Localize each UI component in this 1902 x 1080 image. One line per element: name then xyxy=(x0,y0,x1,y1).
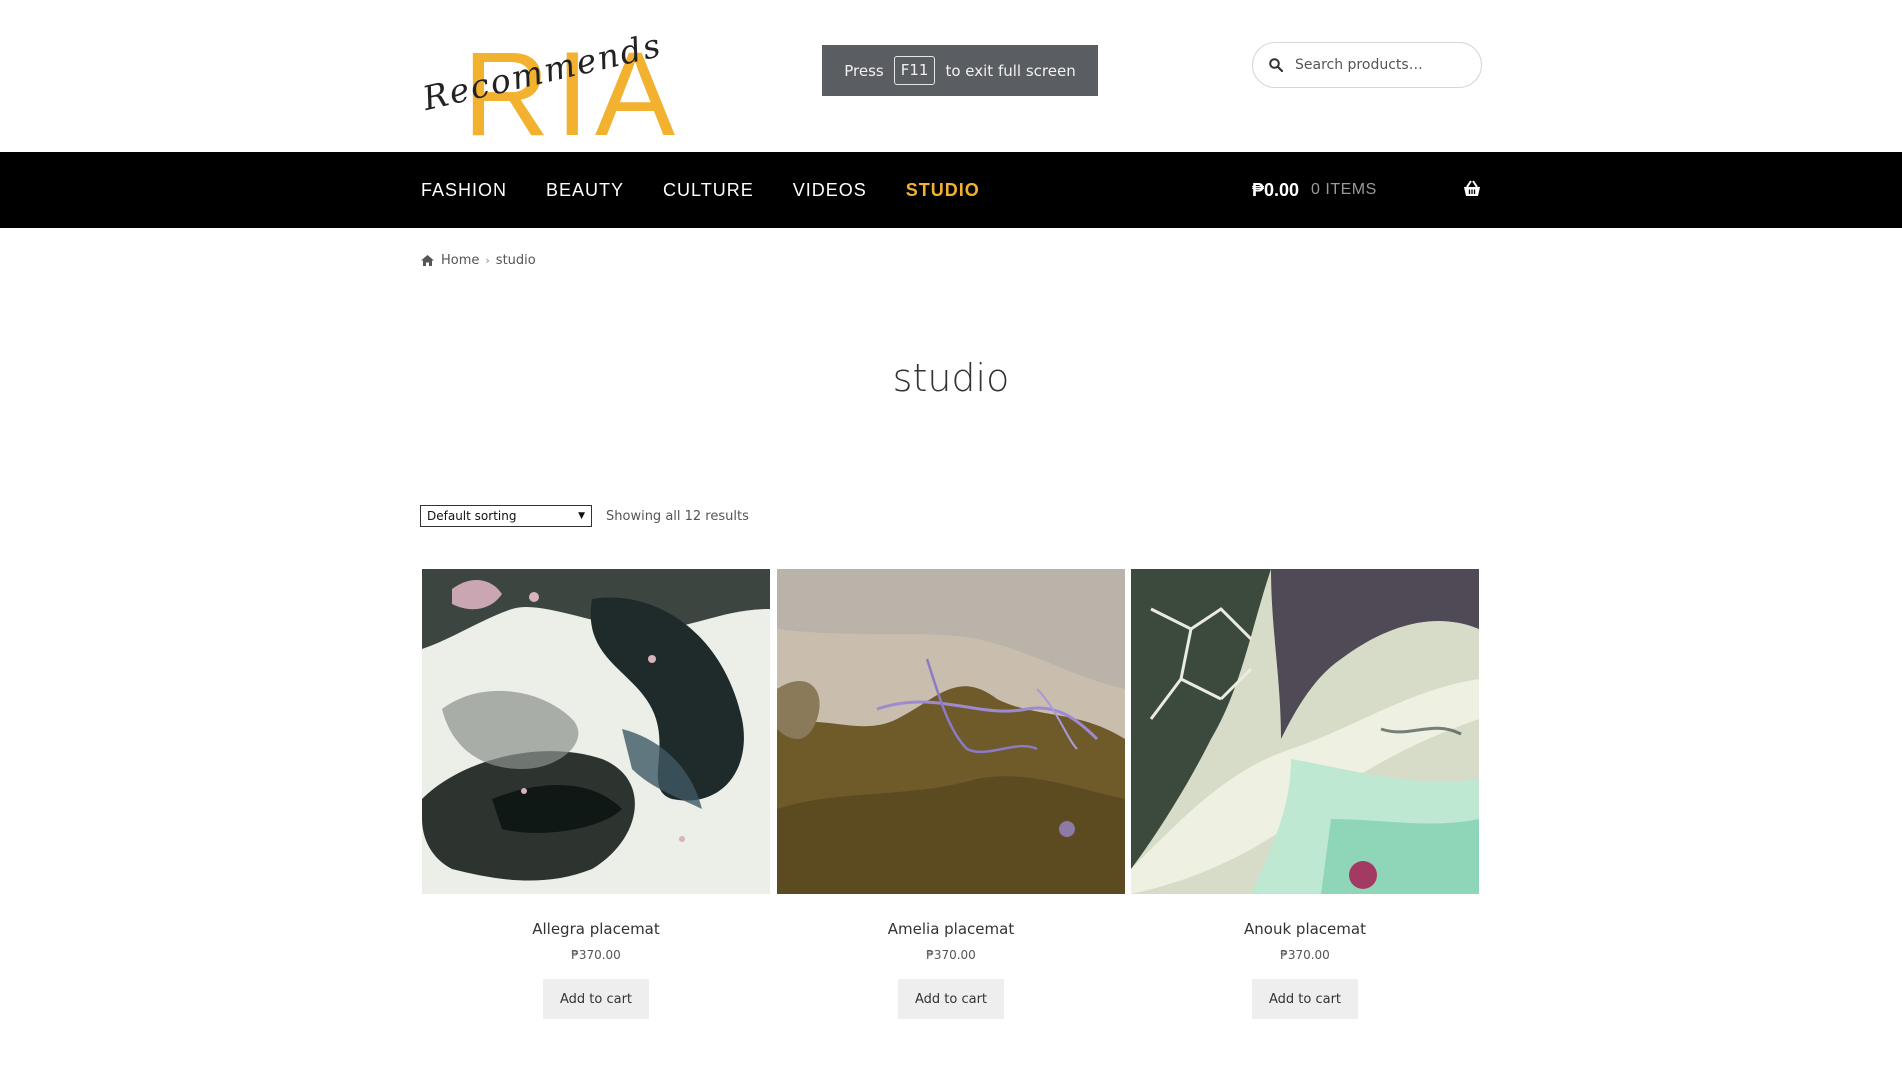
product-price: ₱370.00 xyxy=(1280,948,1330,962)
nav-item-videos[interactable]: VIDEOS xyxy=(793,180,867,201)
page-title: studio xyxy=(892,356,1010,400)
add-to-cart-button[interactable]: Add to cart xyxy=(1252,979,1358,1019)
nav-item-fashion[interactable]: FASHION xyxy=(421,180,507,201)
fullscreen-press-text: Press xyxy=(844,61,884,80)
search-input[interactable] xyxy=(1293,56,1467,74)
cart-amount: ₱0.00 xyxy=(1252,179,1300,200)
add-to-cart-button[interactable]: Add to cart xyxy=(898,979,1004,1019)
product-name[interactable]: Allegra placemat xyxy=(422,920,770,938)
result-count: Showing all 12 results xyxy=(606,509,749,524)
product-price: ₱370.00 xyxy=(571,948,621,962)
cart-summary[interactable]: ₱0.00 0 ITEMS xyxy=(1252,152,1482,228)
nav-item-beauty[interactable]: BEAUTY xyxy=(546,180,624,201)
site-logo[interactable]: RIA Recommends xyxy=(419,25,691,154)
f11-key: F11 xyxy=(893,56,936,85)
add-to-cart-button[interactable]: Add to cart xyxy=(543,979,649,1019)
nav-item-culture[interactable]: CULTURE xyxy=(663,180,754,201)
product-image[interactable] xyxy=(422,569,770,894)
breadcrumb: Home › studio xyxy=(420,253,536,268)
product-card: Amelia placemat ₱370.00 Add to cart xyxy=(777,569,1125,1019)
product-search[interactable] xyxy=(1252,42,1482,88)
fullscreen-suffix-text: to exit full screen xyxy=(945,61,1076,80)
product-image[interactable] xyxy=(777,569,1125,894)
fullscreen-notice: Press F11 to exit full screen xyxy=(822,45,1098,96)
nav-item-studio[interactable]: STUDIO xyxy=(906,180,980,201)
main-nav: FASHION BEAUTY CULTURE VIDEOS STUDIO ₱0.… xyxy=(0,152,1902,228)
breadcrumb-home[interactable]: Home xyxy=(441,253,479,268)
breadcrumb-separator: › xyxy=(485,254,490,267)
basket-icon[interactable] xyxy=(1462,180,1482,198)
sort-selected-value: Default sorting xyxy=(427,509,517,523)
search-icon xyxy=(1269,58,1283,72)
product-name[interactable]: Anouk placemat xyxy=(1131,920,1479,938)
breadcrumb-current: studio xyxy=(495,253,536,268)
home-icon[interactable] xyxy=(420,254,435,267)
dropdown-arrow-icon: ▼ xyxy=(578,511,585,521)
product-card: Anouk placemat ₱370.00 Add to cart xyxy=(1131,569,1479,1019)
product-image[interactable] xyxy=(1131,569,1479,894)
sort-select[interactable]: Default sorting ▼ xyxy=(420,505,592,527)
product-card: Allegra placemat ₱370.00 Add to cart xyxy=(422,569,770,1019)
product-price: ₱370.00 xyxy=(926,948,976,962)
cart-item-count: 0 ITEMS xyxy=(1311,181,1377,198)
product-name[interactable]: Amelia placemat xyxy=(777,920,1125,938)
